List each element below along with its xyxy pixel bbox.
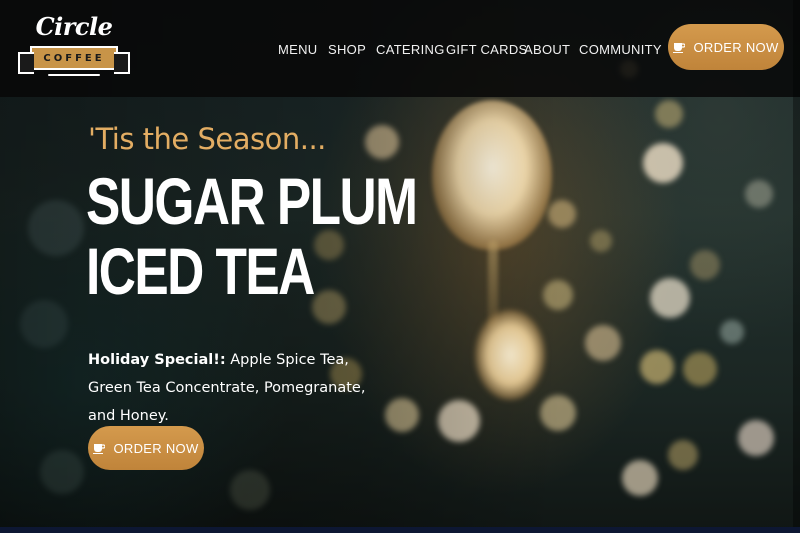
coffee-cup-icon — [93, 443, 106, 454]
scrollbar[interactable] — [793, 0, 800, 533]
hero-headline-line1: SUGAR PLUM — [86, 164, 418, 238]
hero-order-now-label: ORDER NOW — [113, 440, 199, 456]
header-order-now-label: ORDER NOW — [693, 39, 779, 55]
hero-description: Holiday Special!: Apple Spice Tea, Green… — [88, 346, 388, 430]
hero-headline: SUGAR PLUM ICED TEA — [86, 164, 418, 308]
nav-item-shop[interactable]: SHOP — [328, 42, 366, 57]
hero-eyebrow: 'Tis the Season... — [88, 122, 326, 156]
hero-order-now-button[interactable]: ORDER NOW — [88, 426, 204, 470]
header-order-now-button[interactable]: ORDER NOW — [668, 24, 784, 70]
site-header: Circle House COFFEE MENU SHOP CATERING G… — [0, 0, 800, 97]
coffee-cup-icon — [673, 42, 686, 53]
nav-item-catering[interactable]: CATERING — [376, 42, 445, 57]
nav-item-menu[interactable]: MENU — [278, 42, 317, 57]
logo-coffee-text: COFFEE — [43, 52, 105, 64]
site-logo[interactable]: Circle House COFFEE — [12, 12, 136, 84]
logo-flourish — [48, 74, 100, 76]
hero-headline-line2: ICED TEA — [86, 234, 315, 308]
logo-ribbon: COFFEE — [18, 46, 130, 74]
bottom-edge-strip — [0, 527, 800, 533]
nav-item-gift-cards[interactable]: GIFT CARDS — [446, 42, 528, 57]
nav-item-community[interactable]: COMMUNITY — [579, 42, 662, 57]
nav-item-about[interactable]: ABOUT — [524, 42, 570, 57]
hero-description-lead: Holiday Special!: — [88, 352, 226, 368]
